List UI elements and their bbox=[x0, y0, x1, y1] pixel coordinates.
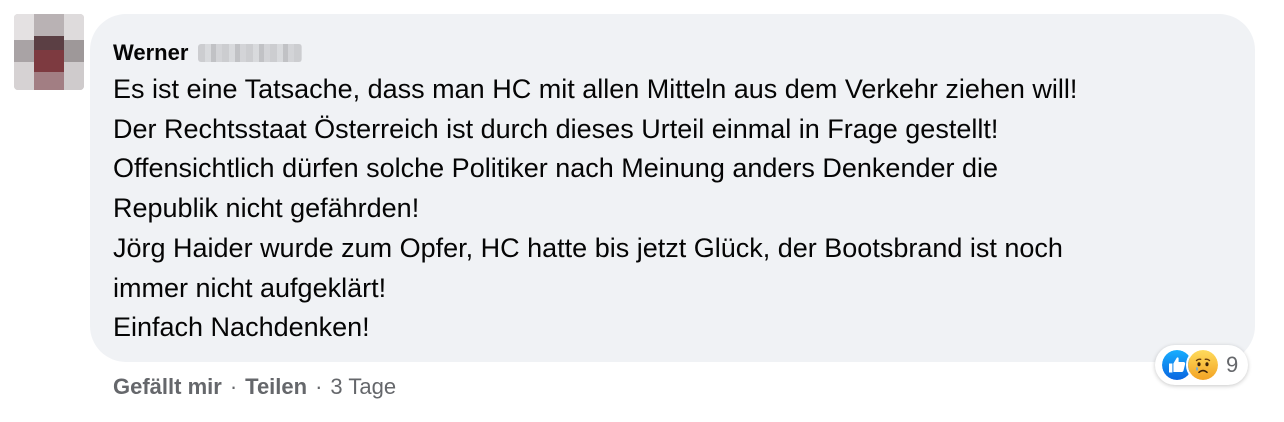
comment-line: Einfach Nachdenken! bbox=[113, 312, 370, 343]
comment-header: Werner bbox=[113, 38, 303, 68]
comment-line: Der Rechtsstaat Österreich ist durch die… bbox=[113, 113, 999, 144]
comment-text: Es ist eine Tatsache, dass man HC mit al… bbox=[113, 70, 1233, 348]
reactions-summary[interactable]: 9 bbox=[1155, 345, 1249, 385]
separator: · bbox=[315, 374, 323, 399]
comment-line: Republik nicht gefährden! bbox=[113, 193, 420, 224]
comment-line: Es ist eine Tatsache, dass man HC mit al… bbox=[113, 74, 1078, 104]
like-button[interactable]: Gefällt mir bbox=[113, 374, 222, 400]
comment-line: immer nicht aufgeklärt! bbox=[113, 272, 387, 303]
comment-actions: Gefällt mir · Teilen · 3 Tage bbox=[113, 374, 396, 400]
separator: · bbox=[229, 374, 238, 399]
author-name[interactable]: Werner bbox=[113, 40, 188, 66]
sad-icon bbox=[1186, 348, 1220, 382]
blurred-surname bbox=[198, 44, 303, 62]
comment-line: Jörg Haider wurde zum Opfer, HC hatte bi… bbox=[113, 232, 1063, 263]
comment-line: Offensichtlich dürfen solche Politiker n… bbox=[113, 153, 999, 184]
reaction-count: 9 bbox=[1226, 352, 1239, 377]
avatar[interactable] bbox=[14, 14, 84, 90]
share-button[interactable]: Teilen bbox=[245, 374, 307, 400]
timestamp-link[interactable]: 3 Tage bbox=[330, 374, 396, 400]
